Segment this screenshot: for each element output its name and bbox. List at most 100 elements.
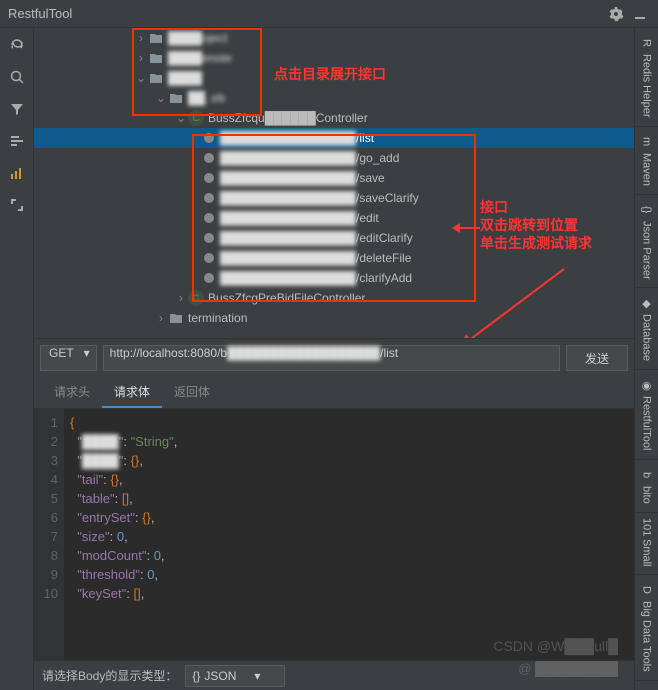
tool-icon: R — [640, 36, 654, 50]
watermark: @ █████████ — [518, 661, 618, 676]
chevron-icon[interactable]: ⌄ — [154, 91, 168, 105]
tool-icon: b — [640, 468, 654, 482]
folder-icon — [148, 30, 164, 46]
tool-window-tab[interactable]: ◉RestfulTool — [635, 370, 658, 459]
endpoint-icon — [204, 173, 214, 183]
endpoint-icon — [204, 253, 214, 263]
tree-item[interactable]: ›C BussZfcgPreBidFileController — [34, 288, 634, 308]
watermark: CSDN @W███ull█ — [493, 638, 618, 654]
endpoint-item[interactable]: ████████████████/editClarify — [34, 228, 634, 248]
tree-label: ████████████████/deleteFile — [220, 251, 411, 265]
tree-label: ████ — [168, 71, 202, 85]
http-method-select[interactable]: GET ▾ — [40, 345, 97, 371]
endpoint-icon — [204, 193, 214, 203]
tree-item[interactable]: ⌄ ████ — [34, 68, 634, 88]
chevron-icon[interactable]: › — [154, 311, 168, 325]
class-icon: C — [188, 110, 204, 126]
chevron-icon[interactable]: ⌄ — [134, 71, 148, 85]
tree-label: ████████████████/save — [220, 171, 385, 185]
endpoint-item[interactable]: ████████████████/save — [34, 168, 634, 188]
chart-icon[interactable] — [6, 162, 28, 184]
endpoint-item[interactable]: ████████████████/list — [34, 128, 634, 148]
tree-item[interactable]: › ████enote — [34, 48, 634, 68]
endpoint-item[interactable]: ████████████████/go_add — [34, 148, 634, 168]
code-content: { "████": "String", "████": {}, "tail": … — [64, 409, 634, 660]
send-button[interactable]: 发送 — [566, 345, 628, 371]
chevron-icon[interactable]: › — [134, 51, 148, 65]
line-gutter: 12345678910 — [34, 409, 64, 660]
endpoint-item[interactable]: ████████████████/clarifyAdd — [34, 268, 634, 288]
tree-label: BussZfcqu██████Controller — [208, 111, 368, 125]
endpoint-icon — [204, 213, 214, 223]
tree-item[interactable]: › ████oject — [34, 28, 634, 48]
tool-icon: D — [640, 583, 654, 597]
endpoint-icon — [204, 273, 214, 283]
tool-window-tab[interactable]: DBig Data Tools — [635, 575, 658, 681]
folder-icon — [148, 70, 164, 86]
tool-icon: ◉ — [640, 378, 654, 392]
endpoint-icon — [204, 153, 214, 163]
chevron-icon[interactable]: › — [174, 291, 188, 305]
request-tabs: 请求头请求体返回体 — [34, 377, 634, 409]
folder-icon — [168, 310, 184, 326]
tree-label: ██..eb — [188, 91, 225, 105]
settings-icon[interactable] — [606, 4, 626, 24]
plugin-title: RestfulTool — [8, 6, 602, 21]
tool-window-tab[interactable]: {}Json Parser — [635, 195, 658, 289]
tree-item[interactable]: ⌄C BussZfcqu██████Controller — [34, 108, 634, 128]
class-icon: C — [188, 290, 204, 306]
settings2-icon[interactable] — [6, 130, 28, 152]
folder-icon — [148, 50, 164, 66]
request-tab[interactable]: 请求体 — [102, 377, 162, 408]
tool-icon: m — [640, 135, 654, 149]
url-input[interactable]: http://localhost:8080/b█████████████████… — [103, 345, 560, 371]
tree-label: ████oject — [168, 31, 227, 45]
tool-window-tab[interactable]: RRedis Helper — [635, 28, 658, 127]
endpoint-item[interactable]: ████████████████/saveClarify — [34, 188, 634, 208]
tree-label: ████████████████/editClarify — [220, 231, 413, 245]
chevron-down-icon: ▾ — [254, 669, 260, 683]
tree-label: ████████████████/clarifyAdd — [220, 271, 412, 285]
title-bar: RestfulTool — [0, 0, 658, 28]
tool-window-tab[interactable]: ◆Database — [635, 288, 658, 370]
tool-icon: 101 — [640, 521, 654, 535]
tree-label: ████████████████/list — [220, 131, 374, 145]
tree-label: ████enote — [168, 51, 232, 65]
tree-label: BussZfcgPreBidFileController — [208, 291, 365, 305]
tree-label: ████████████████/saveClarify — [220, 191, 419, 205]
folder-icon — [168, 90, 184, 106]
chevron-icon[interactable]: ⌄ — [174, 111, 188, 125]
chevron-down-icon: ▾ — [84, 346, 90, 360]
request-tab[interactable]: 请求头 — [42, 377, 102, 408]
left-toolbar — [0, 28, 34, 690]
refresh-icon[interactable] — [6, 34, 28, 56]
tool-icon: ◆ — [640, 296, 654, 310]
tool-window-tab[interactable]: mMaven — [635, 127, 658, 195]
api-tree: ›████oject›████enote⌄████⌄██..eb⌄CBussZf… — [34, 28, 634, 338]
expand-icon[interactable] — [6, 194, 28, 216]
endpoint-item[interactable]: ████████████████/deleteFile — [34, 248, 634, 268]
tool-window-tab[interactable]: 101Small — [635, 513, 658, 576]
tree-item[interactable]: ⌄ ██..eb — [34, 88, 634, 108]
request-row: GET ▾ http://localhost:8080/b███████████… — [34, 338, 634, 377]
json-icon: {} — [192, 669, 200, 683]
search-icon[interactable] — [6, 66, 28, 88]
endpoint-icon — [204, 233, 214, 243]
body-type-label: 请选择Body的显示类型： — [42, 667, 177, 684]
endpoint-item[interactable]: ████████████████/edit — [34, 208, 634, 228]
chevron-icon[interactable]: › — [134, 31, 148, 45]
tool-icon: {} — [640, 203, 654, 217]
filter-icon[interactable] — [6, 98, 28, 120]
main-panel: ›████oject›████enote⌄████⌄██..eb⌄CBussZf… — [34, 28, 634, 690]
request-tab[interactable]: 返回体 — [162, 377, 222, 408]
endpoint-icon — [204, 133, 214, 143]
body-type-select[interactable]: {} JSON ▾ — [185, 665, 285, 687]
body-editor[interactable]: 12345678910 { "████": "String", "████": … — [34, 409, 634, 660]
tree-label: termination — [188, 311, 247, 325]
right-toolbar: RRedis HelpermMaven{}Json Parser◆Databas… — [634, 28, 658, 690]
tree-label: ████████████████/go_add — [220, 151, 399, 165]
minimize-icon[interactable] — [630, 4, 650, 24]
tool-window-tab[interactable]: bbito — [635, 460, 658, 513]
tree-label: ████████████████/edit — [220, 211, 379, 225]
tree-item[interactable]: › termination — [34, 308, 634, 328]
